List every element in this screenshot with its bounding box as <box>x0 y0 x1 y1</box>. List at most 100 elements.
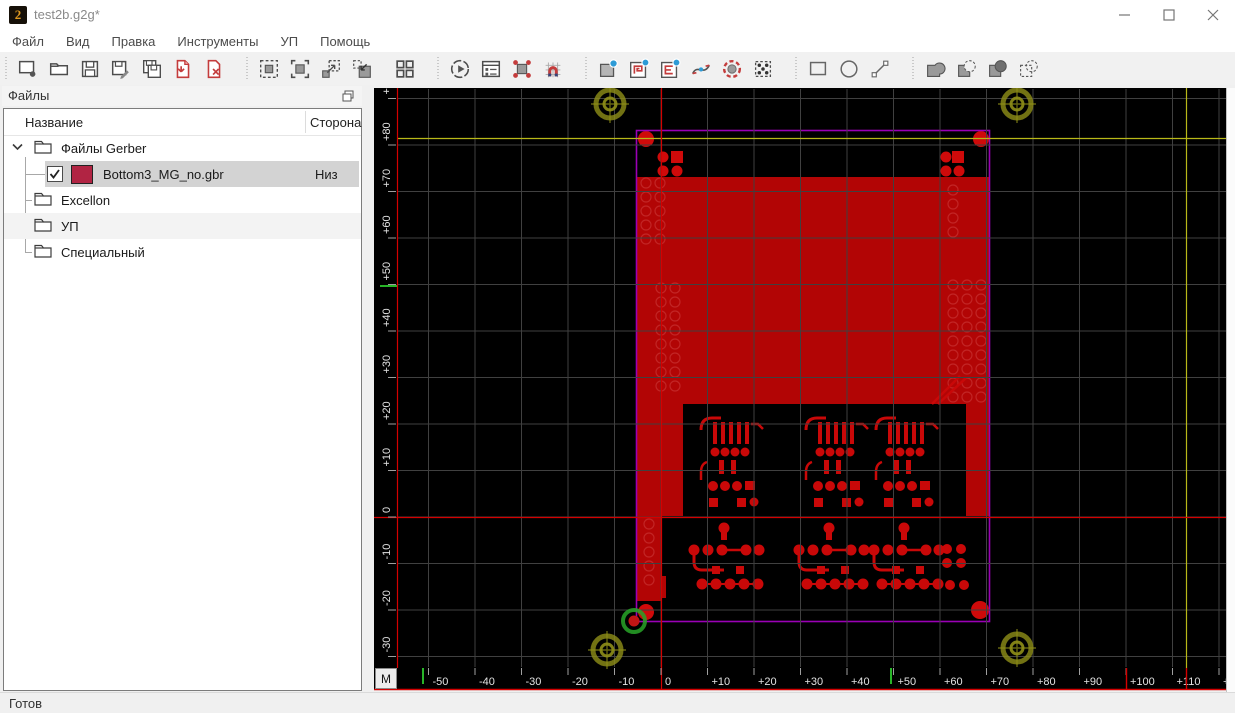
menu-file[interactable]: Файл <box>2 32 54 51</box>
title-bar: 2 test2b.g2g* <box>0 0 1235 30</box>
boolean-union-icon <box>926 61 946 77</box>
group-label: Файлы Gerber <box>61 141 147 156</box>
menu-help[interactable]: Помощь <box>310 32 380 51</box>
ruler-label: -30 <box>526 676 542 688</box>
toolbar-handle[interactable] <box>3 56 9 81</box>
arrange-windows-icon <box>395 59 414 78</box>
files-panel-title: Файлы <box>8 88 50 103</box>
ruler-label: +40 <box>851 676 870 688</box>
ruler-label: +80 <box>381 122 393 141</box>
edit-curve-button[interactable] <box>687 55 714 82</box>
arrange-windows-button[interactable] <box>391 55 418 82</box>
boolean-xor-button[interactable] <box>1014 55 1041 82</box>
save-copy-icon <box>142 59 161 78</box>
properties-dialog-icon <box>481 60 500 77</box>
group-label: УП <box>61 219 79 234</box>
ruler-label: +70 <box>381 169 393 188</box>
execute-program-button[interactable] <box>446 55 473 82</box>
save-copy-button[interactable] <box>138 55 165 82</box>
edit-curve-icon <box>691 64 710 74</box>
units-button[interactable]: M <box>375 668 397 689</box>
import-file-icon <box>176 59 189 78</box>
folder-icon <box>34 192 52 206</box>
toolbar-handle[interactable] <box>793 56 799 81</box>
tree-column-header[interactable]: Название Сторона <box>4 109 361 136</box>
ruler-label: +20 <box>758 676 777 688</box>
draw-circle-button[interactable] <box>835 55 862 82</box>
ruler-label: +50 <box>898 676 917 688</box>
ruler-label: +20 <box>381 401 393 420</box>
gerber-layer-button[interactable] <box>625 55 652 82</box>
properties-dialog-button[interactable] <box>477 55 504 82</box>
open-file-icon <box>49 62 68 75</box>
toolbar-handle[interactable] <box>910 56 916 81</box>
layer-visibility-checkbox[interactable] <box>47 166 63 182</box>
zoom-window-button[interactable] <box>286 55 313 82</box>
maximize-icon <box>1163 9 1175 21</box>
column-name[interactable]: Название <box>25 115 83 130</box>
close-file-button[interactable] <box>200 55 227 82</box>
status-bar: Готов <box>0 692 1235 713</box>
files-panel-header[interactable]: Файлы <box>2 86 362 106</box>
zoom-fit-object-button[interactable] <box>255 55 282 82</box>
column-side[interactable]: Сторона <box>310 115 361 130</box>
toolbar-handle[interactable] <box>583 56 589 81</box>
new-file-icon <box>18 60 35 77</box>
tree-row-gerber-group[interactable]: Файлы Gerber <box>4 135 361 161</box>
snap-to-grid-button[interactable] <box>539 55 566 82</box>
save-as-button[interactable] <box>107 55 134 82</box>
cad-viewport[interactable]: +90+80+70+60+50+40+30+20+100-10-20-30 -5… <box>374 88 1235 692</box>
maximize-button[interactable] <box>1147 0 1191 30</box>
toolbar <box>0 52 1235 86</box>
svg-text:M: M <box>381 672 391 686</box>
drill-layer-icon <box>660 57 681 78</box>
tree-row-gerber-file[interactable]: Bottom3_MG_no.gbr Низ <box>4 161 361 187</box>
float-panel-icon[interactable] <box>342 90 354 102</box>
menu-tools[interactable]: Инструменты <box>167 32 268 51</box>
save-button[interactable] <box>76 55 103 82</box>
aperture-target-button[interactable] <box>718 55 745 82</box>
boolean-union-button[interactable] <box>921 55 948 82</box>
toolbar-handle[interactable] <box>244 56 250 81</box>
layer-color-swatch[interactable] <box>71 165 93 184</box>
tree-row-up[interactable]: УП <box>4 213 361 239</box>
zoom-out-selection-button[interactable] <box>317 55 344 82</box>
zoom-window-icon <box>290 59 309 78</box>
draw-line-button[interactable] <box>866 55 893 82</box>
new-layer-icon <box>599 58 618 77</box>
close-button[interactable] <box>1191 0 1235 30</box>
point-set-button[interactable] <box>749 55 776 82</box>
menu-up[interactable]: УП <box>270 32 308 51</box>
tree-row-special[interactable]: Специальный <box>4 239 361 265</box>
import-file-button[interactable] <box>169 55 196 82</box>
status-message: Готов <box>9 696 43 711</box>
chevron-down-icon[interactable] <box>12 143 23 151</box>
minimize-button[interactable] <box>1103 0 1147 30</box>
ruler-label: +110 <box>1177 676 1201 688</box>
toolbar-handle[interactable] <box>435 56 441 81</box>
new-layer-button[interactable] <box>594 55 621 82</box>
folder-icon <box>34 244 52 258</box>
file-label: Bottom3_MG_no.gbr <box>103 167 224 182</box>
open-file-button[interactable] <box>45 55 72 82</box>
zoom-out-selection-icon <box>321 59 340 78</box>
group-label: Excellon <box>61 193 111 208</box>
drill-layer-button[interactable] <box>656 55 683 82</box>
zoom-in-selection-button[interactable] <box>348 55 375 82</box>
boolean-subtract-button[interactable] <box>952 55 979 82</box>
menu-edit[interactable]: Правка <box>102 32 166 51</box>
transform-points-button[interactable] <box>508 55 535 82</box>
tree-row-excellon[interactable]: Excellon <box>4 187 361 213</box>
ruler-label: 0 <box>381 507 393 513</box>
boolean-intersect-button[interactable] <box>983 55 1010 82</box>
draw-rectangle-button[interactable] <box>804 55 831 82</box>
new-file-button[interactable] <box>14 55 41 82</box>
transform-points-icon <box>512 59 531 78</box>
menu-view[interactable]: Вид <box>56 32 100 51</box>
checkmark-icon <box>49 169 60 179</box>
ruler-label: +50 <box>381 262 393 281</box>
file-side-value: Низ <box>315 167 338 182</box>
ruler-label: -10 <box>619 676 635 688</box>
column-separator[interactable] <box>305 111 306 133</box>
ruler-label: +10 <box>712 676 731 688</box>
